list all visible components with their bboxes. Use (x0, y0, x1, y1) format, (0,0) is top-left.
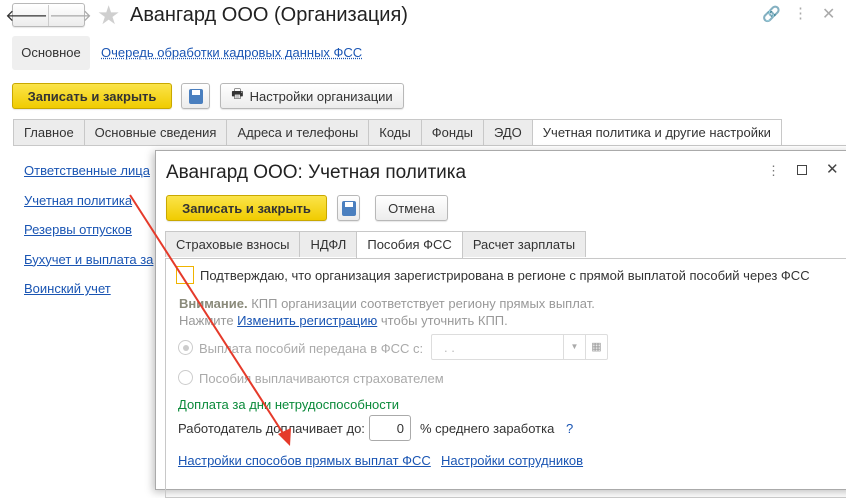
annotation-arrow (129, 194, 291, 446)
